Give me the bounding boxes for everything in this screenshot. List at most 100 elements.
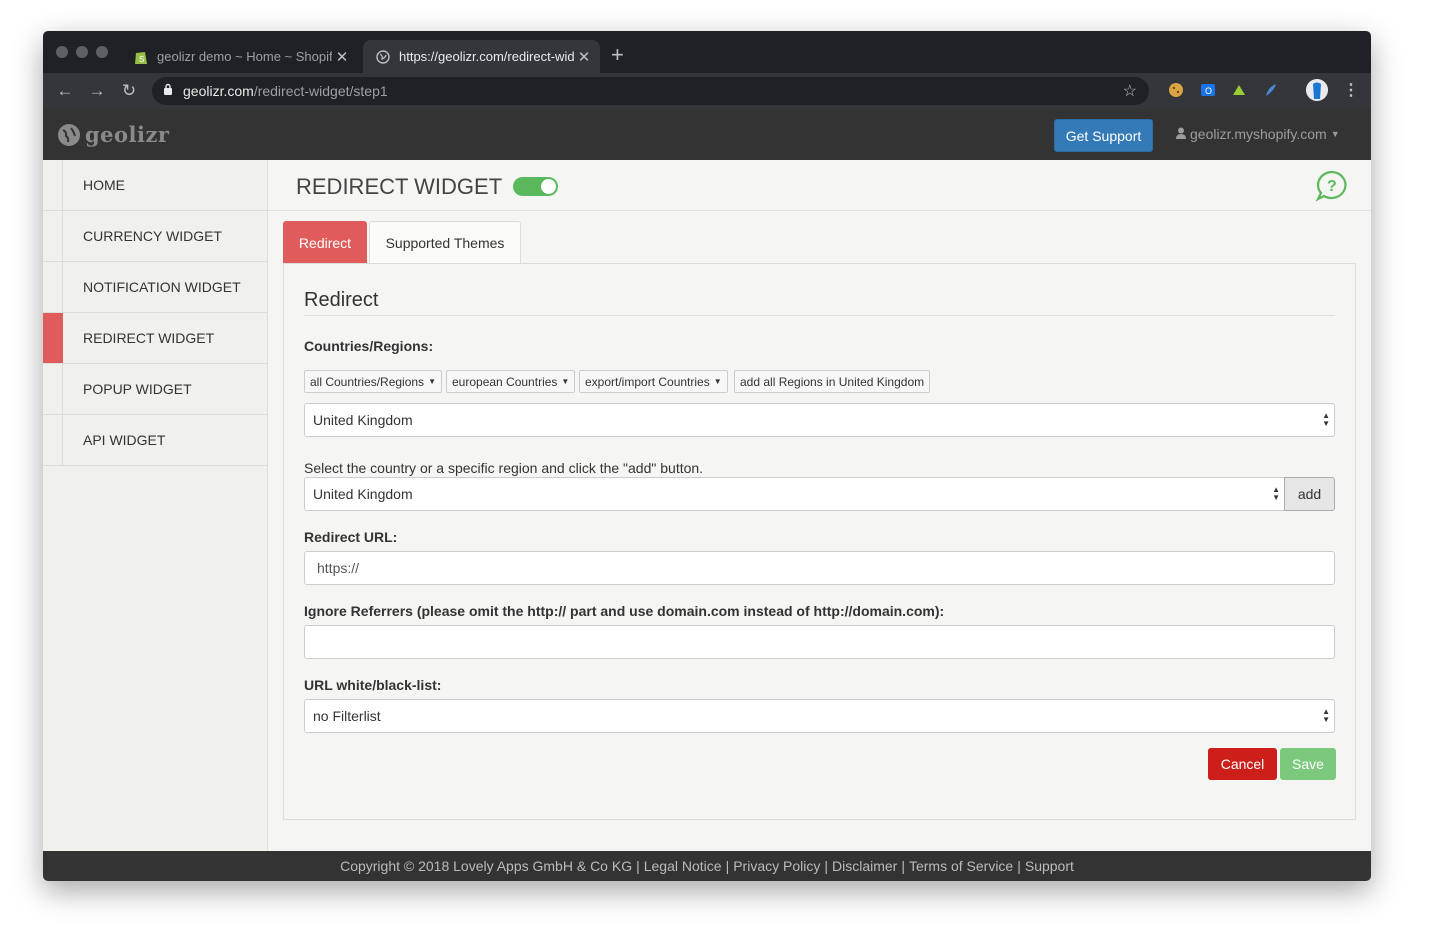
redirect-url-label: Redirect URL: [304,529,398,545]
copyright-text: Copyright © 2018 Lovely Apps GmbH & Co K… [340,858,633,874]
profile-avatar[interactable] [1306,79,1328,101]
select-value: United Kingdom [313,486,413,502]
form-heading: Redirect [304,289,379,311]
sidebar-marker [43,364,63,414]
legal-notice-link[interactable]: Legal Notice [644,858,722,874]
add-region-button[interactable]: add [1284,477,1335,511]
widget-enabled-toggle[interactable] [513,177,558,196]
close-tab-icon[interactable]: ✕ [332,48,352,66]
tab-supported-themes[interactable]: Supported Themes [369,221,521,263]
bookmark-star-icon[interactable]: ☆ [1123,81,1137,101]
window-close-dot[interactable] [56,46,68,58]
tab-redirect[interactable]: Redirect [283,221,367,263]
account-name: geolizr.myshopify.com [1190,126,1327,142]
sidebar: HOME CURRENCY WIDGET NOTIFICATION WIDGET… [43,160,268,852]
sidebar-item-label: API WIDGET [83,432,166,448]
feather-extension-icon[interactable] [1262,81,1280,99]
sidebar-active-marker [43,313,63,363]
tab-title: geolizr demo ~ Home ~ Shopify [157,49,332,64]
svg-text:?: ? [1327,178,1337,195]
logo-text: geolizr [85,122,170,147]
address-bar[interactable]: geolizr.com /redirect-widget/step1 ☆ [152,77,1149,105]
redirect-url-input[interactable]: https:// [304,551,1335,585]
cancel-button[interactable]: Cancel [1208,748,1277,780]
redirect-form-panel: Redirect Countries/Regions: all Countrie… [283,263,1356,820]
outlook-extension-icon[interactable]: O [1199,81,1217,99]
select-arrows-icon: ▲ ▼ [1322,411,1330,428]
reload-icon[interactable]: ↻ [118,80,140,102]
footer-separator: | [636,858,640,874]
lock-icon [163,82,173,100]
new-tab-icon[interactable]: + [611,42,624,68]
url-host: geolizr.com [183,83,254,99]
sidebar-item-popup-widget[interactable]: POPUP WIDGET [43,364,267,415]
toggle-knob [541,179,556,194]
caret-down-icon: ▼ [428,377,436,386]
caret-down-icon: ▼ [713,377,722,386]
caret-down-icon: ▼ [561,377,570,386]
user-icon [1176,126,1186,142]
select-value: United Kingdom [313,412,413,428]
window-zoom-dot[interactable] [96,46,108,58]
disclaimer-link[interactable]: Disclaimer [832,858,897,874]
sidebar-marker [43,262,63,312]
cookie-extension-icon[interactable] [1167,81,1185,99]
svg-text:S: S [139,55,144,64]
heading-divider [304,315,1335,316]
geolizr-logo[interactable]: geolizr [57,122,170,147]
close-tab-icon[interactable]: ✕ [574,48,594,66]
sidebar-item-home[interactable]: HOME [43,160,267,211]
back-arrow-icon[interactable]: ← [54,80,76,102]
add-all-regions-button[interactable]: add all Regions in United Kingdom [734,370,931,393]
export-import-countries-button[interactable]: export/import Countries ▼ [579,370,728,393]
footer-separator: | [901,858,905,874]
button-label: export/import Countries [585,374,710,389]
filterlist-select[interactable]: no Filterlist ▲ ▼ [304,699,1335,733]
footer-separator: | [824,858,828,874]
sidebar-item-label: CURRENCY WIDGET [83,228,222,244]
footer-separator: | [1017,858,1021,874]
chevron-down-icon: ▼ [1330,129,1340,139]
save-button[interactable]: Save [1280,748,1336,780]
browser-tab-shopify[interactable]: S geolizr demo ~ Home ~ Shopify ✕ [121,40,358,73]
select-arrows-icon: ▲ ▼ [1272,485,1280,502]
pay-extension-icon[interactable] [1230,81,1248,99]
button-label: european Countries [452,374,558,389]
globe-logo-icon [57,123,81,147]
button-label: all Countries/Regions [310,374,425,389]
globe-icon [375,49,391,65]
ignore-referrers-input[interactable] [304,625,1335,659]
select-arrows-icon: ▲ ▼ [1322,707,1330,724]
all-countries-button[interactable]: all Countries/Regions ▼ [304,370,442,393]
sidebar-item-notification-widget[interactable]: NOTIFICATION WIDGET [43,262,267,313]
account-menu[interactable]: geolizr.myshopify.com ▼ [1176,126,1340,142]
support-link[interactable]: Support [1025,858,1074,874]
window-minimize-dot[interactable] [76,46,88,58]
sidebar-marker [43,160,63,210]
app-header: geolizr Get Support geolizr.myshopify.co… [43,109,1371,160]
sidebar-item-currency-widget[interactable]: CURRENCY WIDGET [43,211,267,262]
footer-separator: | [725,858,730,874]
terms-of-service-link[interactable]: Terms of Service [909,858,1013,874]
add-hint: Select the country or a specific region … [304,460,704,476]
forward-arrow-icon[interactable]: → [86,80,108,102]
ignore-referrers-label: Ignore Referrers (please omit the http:/… [304,603,945,619]
sidebar-item-label: REDIRECT WIDGET [83,330,215,346]
countries-label: Countries/Regions: [304,338,434,354]
privacy-policy-link[interactable]: Privacy Policy [733,858,820,874]
sidebar-item-redirect-widget[interactable]: REDIRECT WIDGET [43,313,267,364]
get-support-button[interactable]: Get Support [1054,119,1153,152]
select-value: no Filterlist [313,708,381,724]
sidebar-item-api-widget[interactable]: API WIDGET [43,415,267,466]
browser-window: S geolizr demo ~ Home ~ Shopify ✕ https:… [43,31,1371,881]
page-title: REDIRECT WIDGET [296,174,503,199]
url-path: /redirect-widget/step1 [253,83,388,99]
tab-title: https://geolizr.com/redirect-widget/step… [399,49,574,64]
help-question-icon[interactable]: ? [1315,170,1349,207]
region-select[interactable]: United Kingdom ▲ ▼ [304,477,1285,511]
browser-menu-icon[interactable]: ⋮ [1343,80,1359,100]
filterlist-label: URL white/black-list: [304,677,442,693]
browser-tab-geolizr[interactable]: https://geolizr.com/redirect-widget/step… [363,40,600,73]
european-countries-button[interactable]: european Countries ▼ [446,370,576,393]
countries-select[interactable]: United Kingdom ▲ ▼ [304,403,1335,437]
